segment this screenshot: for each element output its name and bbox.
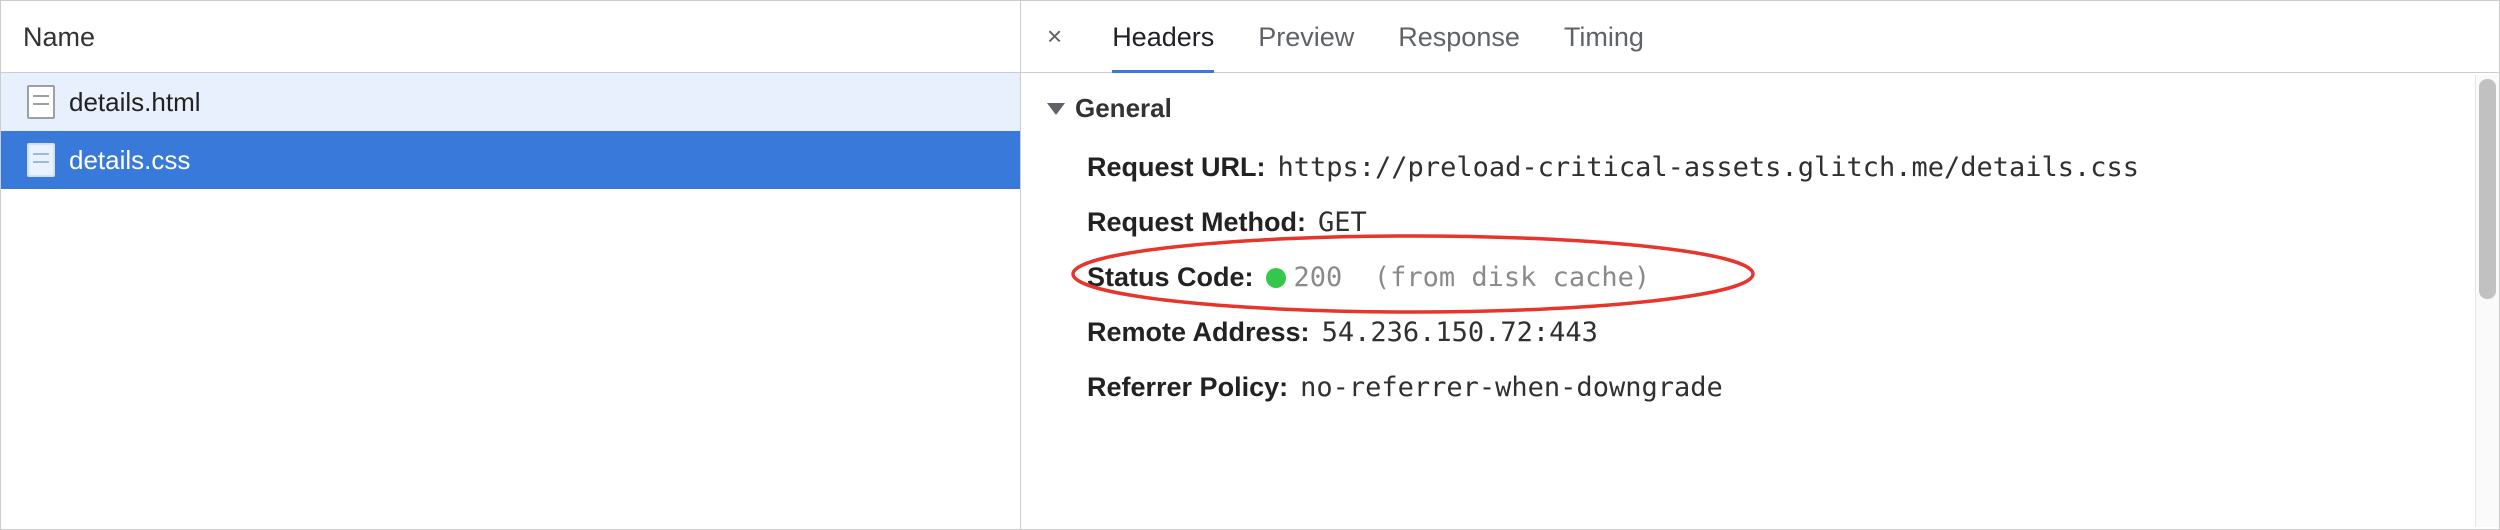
general-section-header[interactable]: General	[1047, 93, 2473, 124]
disclosure-triangle-icon	[1047, 103, 1065, 115]
kv-request-url: Request URL: https://preload-critical-as…	[1087, 140, 2473, 195]
label-request-url: Request URL:	[1087, 152, 1266, 183]
close-icon[interactable]: ×	[1041, 21, 1068, 52]
request-list-panel: Name details.html details.css	[1, 1, 1021, 529]
value-status-code: 200	[1294, 262, 1343, 293]
request-name: details.css	[69, 145, 190, 176]
label-request-method: Request Method:	[1087, 207, 1306, 238]
kv-status-code: Status Code: 200 (from disk cache)	[1087, 250, 2473, 305]
file-icon	[27, 143, 55, 177]
general-kv-list: Request URL: https://preload-critical-as…	[1047, 140, 2473, 415]
name-column-header[interactable]: Name	[1, 1, 1020, 73]
status-dot-icon	[1266, 268, 1286, 288]
request-details-panel: × Headers Preview Response Timing Genera…	[1021, 1, 2499, 529]
value-remote-address: 54.236.150.72:443	[1322, 317, 1598, 348]
general-section-title: General	[1075, 93, 1172, 124]
label-referrer-policy: Referrer Policy:	[1087, 372, 1288, 403]
kv-request-method: Request Method: GET	[1087, 195, 2473, 250]
file-icon	[27, 85, 55, 119]
value-request-url: https://preload-critical-assets.glitch.m…	[1278, 152, 2140, 183]
tab-preview[interactable]: Preview	[1258, 1, 1354, 73]
devtools-network-panel: Name details.html details.css × Headers …	[0, 0, 2500, 530]
label-remote-address: Remote Address:	[1087, 317, 1310, 348]
label-status-code: Status Code:	[1087, 262, 1254, 293]
status-indicator: 200 (from disk cache)	[1266, 262, 1651, 293]
request-row-details-html[interactable]: details.html	[1, 73, 1020, 131]
value-status-note: (from disk cache)	[1374, 262, 1650, 293]
value-referrer-policy: no-referrer-when-downgrade	[1300, 372, 1723, 403]
tab-response[interactable]: Response	[1398, 1, 1520, 73]
tab-timing[interactable]: Timing	[1564, 1, 1644, 73]
kv-remote-address: Remote Address: 54.236.150.72:443	[1087, 305, 2473, 360]
request-name: details.html	[69, 87, 201, 118]
vertical-scrollbar[interactable]	[2475, 75, 2499, 527]
value-request-method: GET	[1318, 207, 1367, 238]
headers-pane: General Request URL: https://preload-cri…	[1021, 73, 2499, 529]
kv-referrer-policy: Referrer Policy: no-referrer-when-downgr…	[1087, 360, 2473, 415]
scrollbar-thumb[interactable]	[2479, 79, 2496, 299]
request-row-details-css[interactable]: details.css	[1, 131, 1020, 189]
details-tabs: × Headers Preview Response Timing	[1021, 1, 2499, 73]
tab-headers[interactable]: Headers	[1112, 1, 1214, 73]
request-list: details.html details.css	[1, 73, 1020, 529]
